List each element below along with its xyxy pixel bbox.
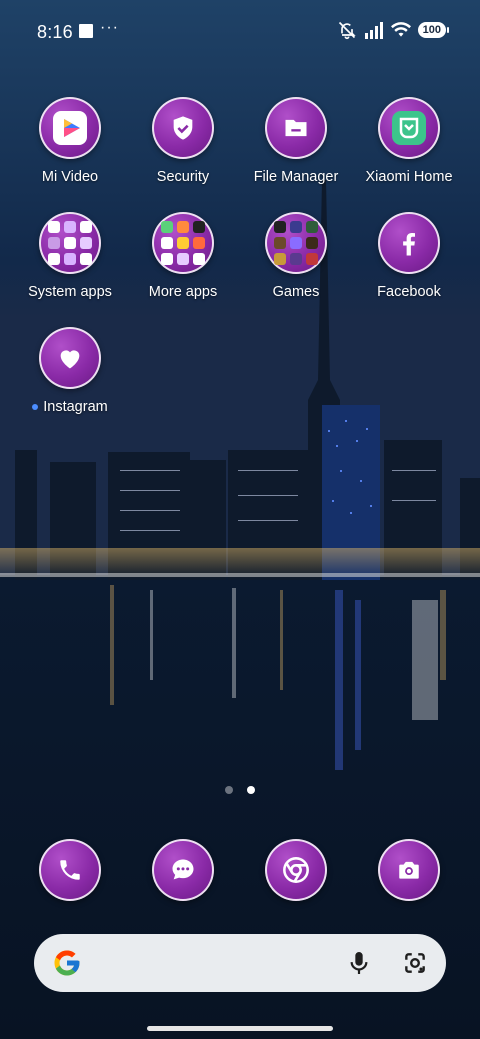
page-dot-active[interactable] — [247, 786, 255, 794]
mini-app-icon — [80, 253, 92, 265]
folder-icon — [285, 119, 307, 137]
mini-app-icon — [306, 237, 318, 249]
mini-app-icon — [64, 237, 76, 249]
mini-app-icon — [161, 253, 173, 265]
folder-games[interactable]: Games — [236, 212, 356, 300]
app-label: Xiaomi Home — [365, 169, 453, 185]
mini-app-icon — [80, 221, 92, 233]
mini-app-icon — [290, 221, 302, 233]
folder-system-apps[interactable]: System apps — [10, 212, 130, 300]
mini-app-icon — [161, 221, 173, 233]
mi-video-icon — [53, 111, 87, 145]
mini-app-icon — [80, 237, 92, 249]
mini-app-icon — [193, 237, 205, 249]
app-icon-wrapper — [39, 327, 101, 389]
mini-app-icon — [290, 237, 302, 249]
mini-app-icon — [177, 237, 189, 249]
mini-app-icon — [193, 221, 205, 233]
folder-preview — [274, 221, 318, 265]
chrome-icon — [283, 857, 309, 883]
dock-chrome[interactable] — [236, 839, 356, 901]
app-instagram[interactable]: Instagram — [10, 327, 130, 415]
app-xiaomi-home[interactable]: Xiaomi Home — [349, 97, 469, 185]
battery-icon: 100 — [417, 22, 450, 38]
google-lens-icon[interactable] — [402, 950, 428, 976]
google-g-icon — [54, 950, 80, 976]
app-icon-wrapper — [265, 839, 327, 901]
facebook-icon — [403, 233, 415, 256]
mini-app-icon — [274, 253, 286, 265]
instagram-icon — [60, 350, 80, 369]
app-icon-wrapper — [39, 97, 101, 159]
mini-app-icon — [161, 237, 173, 249]
signal-icon — [364, 22, 383, 39]
status-icons: 100 — [337, 20, 450, 40]
folder-games-icon — [265, 212, 327, 274]
message-icon — [172, 859, 194, 880]
app-label: Security — [156, 169, 210, 185]
folder-preview — [48, 221, 92, 265]
dock-phone[interactable] — [10, 839, 130, 901]
app-label: Games — [272, 284, 320, 300]
status-more-indicator: ··· — [100, 19, 119, 36]
app-icon-wrapper — [152, 97, 214, 159]
mini-app-icon — [306, 253, 318, 265]
app-label-row: Instagram — [32, 399, 108, 415]
app-label: More apps — [148, 284, 218, 300]
folder-more-apps-icon — [152, 212, 214, 274]
microphone-icon[interactable] — [348, 950, 370, 976]
xiaomi-home-icon — [392, 111, 426, 145]
notification-screenshot-icon — [79, 24, 93, 38]
app-label: Mi Video — [41, 169, 99, 185]
app-icon-wrapper — [265, 97, 327, 159]
app-security[interactable]: Security — [123, 97, 243, 185]
mini-app-icon — [48, 253, 60, 265]
shield-icon — [173, 116, 193, 140]
search-actions — [348, 950, 428, 976]
app-icon-wrapper — [378, 97, 440, 159]
folder-more-apps[interactable]: More apps — [123, 212, 243, 300]
app-label: Instagram — [43, 399, 108, 415]
mini-app-icon — [274, 221, 286, 233]
google-search-bar[interactable] — [34, 934, 446, 992]
app-icon-wrapper — [152, 839, 214, 901]
mini-app-icon — [48, 221, 60, 233]
app-label: Facebook — [377, 284, 441, 300]
app-icon-wrapper — [378, 839, 440, 901]
status-time: 8:16 — [37, 22, 73, 42]
notifications-muted-icon — [338, 21, 356, 40]
folder-system-apps-icon — [39, 212, 101, 274]
status-bar: 8:16 ··· 100 — [0, 0, 480, 64]
navigation-gesture-bar[interactable] — [147, 1026, 333, 1031]
app-icon-wrapper — [39, 839, 101, 901]
mini-app-icon — [177, 221, 189, 233]
camera-icon — [399, 861, 419, 879]
mini-app-icon — [64, 253, 76, 265]
dock-messages[interactable] — [123, 839, 243, 901]
app-facebook[interactable]: Facebook — [349, 212, 469, 300]
app-label: System apps — [28, 284, 112, 300]
page-dot[interactable] — [225, 786, 233, 794]
page-indicator — [0, 786, 480, 794]
app-file-manager[interactable]: File Manager — [236, 97, 356, 185]
wifi-icon — [390, 22, 411, 37]
mini-app-icon — [193, 253, 205, 265]
new-install-dot — [32, 404, 39, 410]
mini-app-icon — [306, 221, 318, 233]
mini-app-icon — [290, 253, 302, 265]
mini-app-icon — [64, 221, 76, 233]
dock-camera[interactable] — [349, 839, 469, 901]
folder-preview — [161, 221, 205, 265]
phone-icon — [60, 860, 80, 880]
app-icon-wrapper — [378, 212, 440, 274]
app-label: File Manager — [253, 169, 339, 185]
mini-app-icon — [48, 237, 60, 249]
mini-app-icon — [177, 253, 189, 265]
mini-app-icon — [274, 237, 286, 249]
app-mi-video[interactable]: Mi Video — [10, 97, 130, 185]
